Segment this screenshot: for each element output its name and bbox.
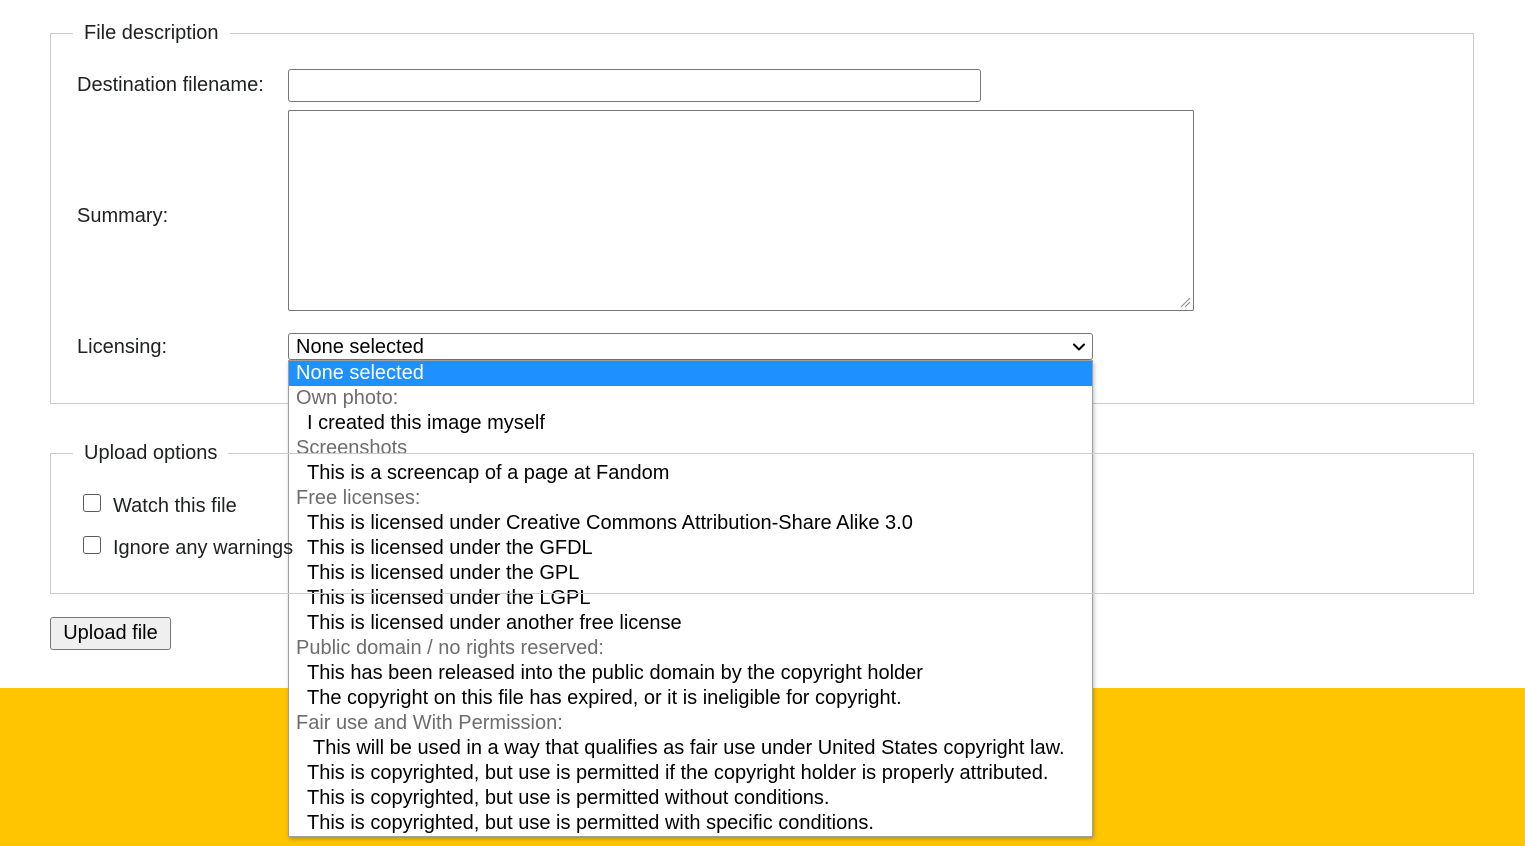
licensing-option-group: Public domain / no rights reserved: xyxy=(296,637,604,659)
upload-file-button[interactable]: Upload file xyxy=(50,617,171,650)
licensing-option[interactable]: I created this image myself xyxy=(289,411,1092,436)
resize-grip-icon[interactable] xyxy=(1180,297,1191,308)
licensing-option[interactable]: This is copyrighted, but use is permitte… xyxy=(289,811,1092,836)
licensing-option-group: Own photo: xyxy=(296,387,399,409)
licensing-select[interactable]: None selected xyxy=(288,333,1093,360)
destination-filename-label: Destination filename: xyxy=(77,74,264,96)
licensing-option[interactable]: This is copyrighted, but use is permitte… xyxy=(289,786,1092,811)
watch-file-checkbox[interactable] xyxy=(83,494,101,512)
destination-filename-input[interactable] xyxy=(288,69,981,102)
licensing-option[interactable]: None selected xyxy=(289,361,1092,386)
file-description-legend: File description xyxy=(73,21,230,45)
watch-file-label[interactable]: Watch this file xyxy=(113,494,237,518)
ignore-warnings-checkbox[interactable] xyxy=(83,536,101,554)
upload-options-fieldset: Upload options xyxy=(50,441,1474,594)
licensing-label: Licensing: xyxy=(77,336,168,358)
licensing-dropdown-list: None selected Own photo: I created this im… xyxy=(288,360,1093,837)
licensing-option-group: Fair use and With Permission: xyxy=(296,712,563,734)
licensing-option[interactable]: This has been released into the public d… xyxy=(289,661,1092,686)
licensing-option[interactable]: This is copyrighted, but use is permitte… xyxy=(289,761,1092,786)
upload-options-legend: Upload options xyxy=(73,441,229,465)
licensing-option[interactable]: This is licensed under another free lice… xyxy=(289,611,1092,636)
chevron-down-icon xyxy=(1073,343,1085,351)
licensing-select-value: None selected xyxy=(296,336,424,358)
summary-label: Summary: xyxy=(77,205,169,227)
ignore-warnings-label[interactable]: Ignore any warnings xyxy=(113,536,293,560)
licensing-option[interactable]: The copyright on this file has expired, … xyxy=(289,686,1092,711)
summary-textarea[interactable] xyxy=(288,110,1194,311)
licensing-option[interactable]: This will be used in a way that qualifie… xyxy=(289,736,1092,761)
